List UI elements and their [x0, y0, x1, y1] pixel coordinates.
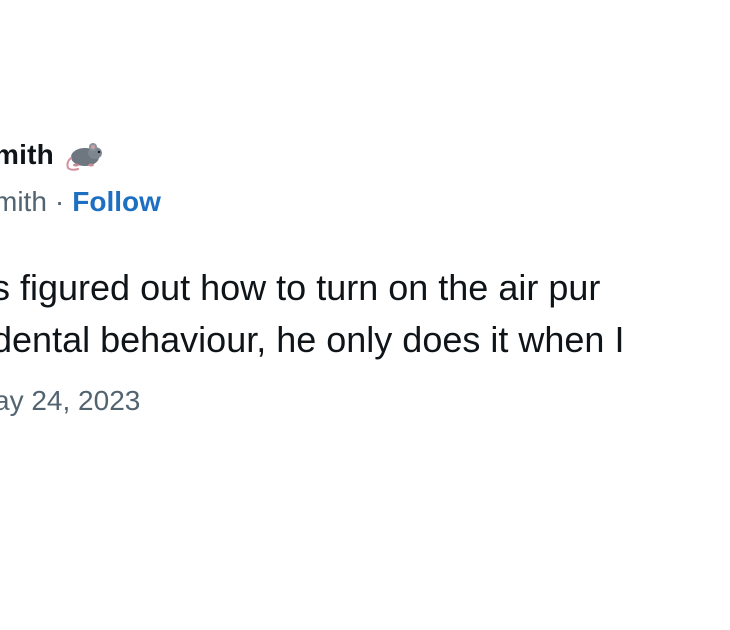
author-display-name[interactable]: mith: [0, 139, 54, 171]
tweet-timestamp[interactable]: ay 24, 2023: [0, 385, 140, 417]
tweet-body: s figured out how to turn on the air pur…: [0, 262, 624, 366]
tweet-card: mith mith · Follow s figured out how to tu…: [0, 0, 730, 630]
tweet-text-line: s figured out how to turn on the air pur: [0, 267, 601, 308]
author-handle[interactable]: mith: [0, 186, 47, 217]
handle-separator: ·: [54, 186, 65, 217]
tweet-text-line: dental behaviour, he only does it when I: [0, 319, 625, 360]
rat-icon: [64, 138, 106, 172]
author-handle-row: mith · Follow: [0, 186, 161, 218]
follow-button[interactable]: Follow: [72, 186, 161, 217]
author-name-row: mith: [0, 138, 106, 172]
